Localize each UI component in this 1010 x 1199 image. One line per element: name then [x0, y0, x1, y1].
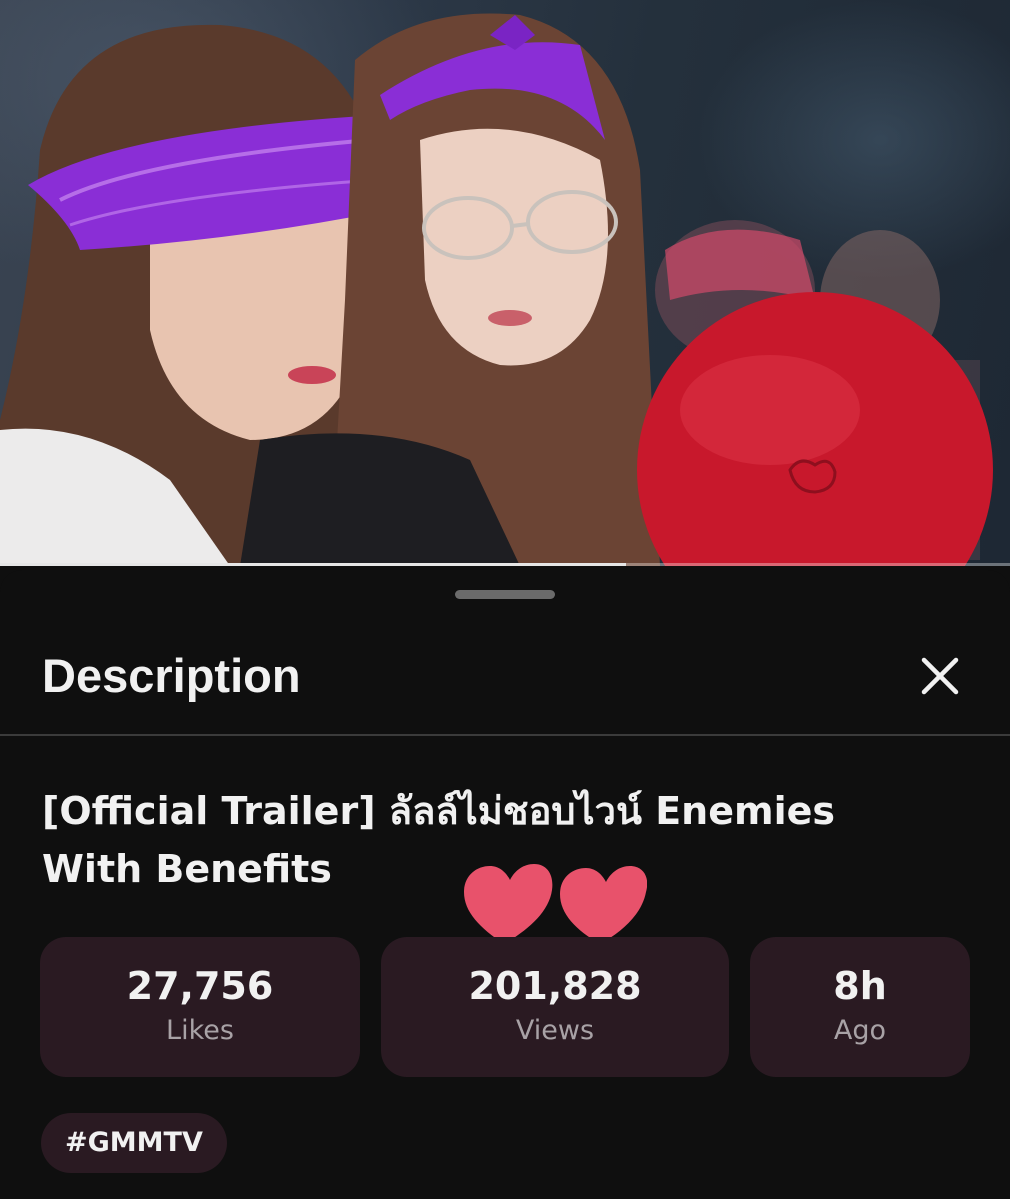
stat-age-label: Ago: [833, 1015, 887, 1046]
hashtag-chip[interactable]: #GMMTV: [41, 1113, 227, 1173]
sheet-title: Description: [42, 649, 301, 702]
stat-likes-value: 27,756: [126, 964, 274, 1008]
close-icon: [921, 657, 959, 695]
stat-views-label: Views: [515, 1015, 595, 1046]
stat-likes-label: Likes: [166, 1015, 234, 1046]
stat-views-value: 201,828: [468, 964, 642, 1008]
video-progress-fill: [0, 563, 627, 566]
drag-handle[interactable]: [455, 590, 555, 599]
stat-age: 8h Ago: [750, 937, 970, 1077]
stat-age-value: 8h: [833, 964, 887, 1008]
video-frame-illustration: [0, 13, 993, 566]
video-player[interactable]: [0, 0, 1010, 566]
close-button[interactable]: [912, 648, 968, 704]
stat-views: 201,828 Views: [381, 937, 729, 1077]
stat-likes: 27,756 Likes: [40, 937, 360, 1077]
video-progress-bar[interactable]: [0, 563, 1010, 566]
sheet-divider: [0, 734, 1010, 736]
